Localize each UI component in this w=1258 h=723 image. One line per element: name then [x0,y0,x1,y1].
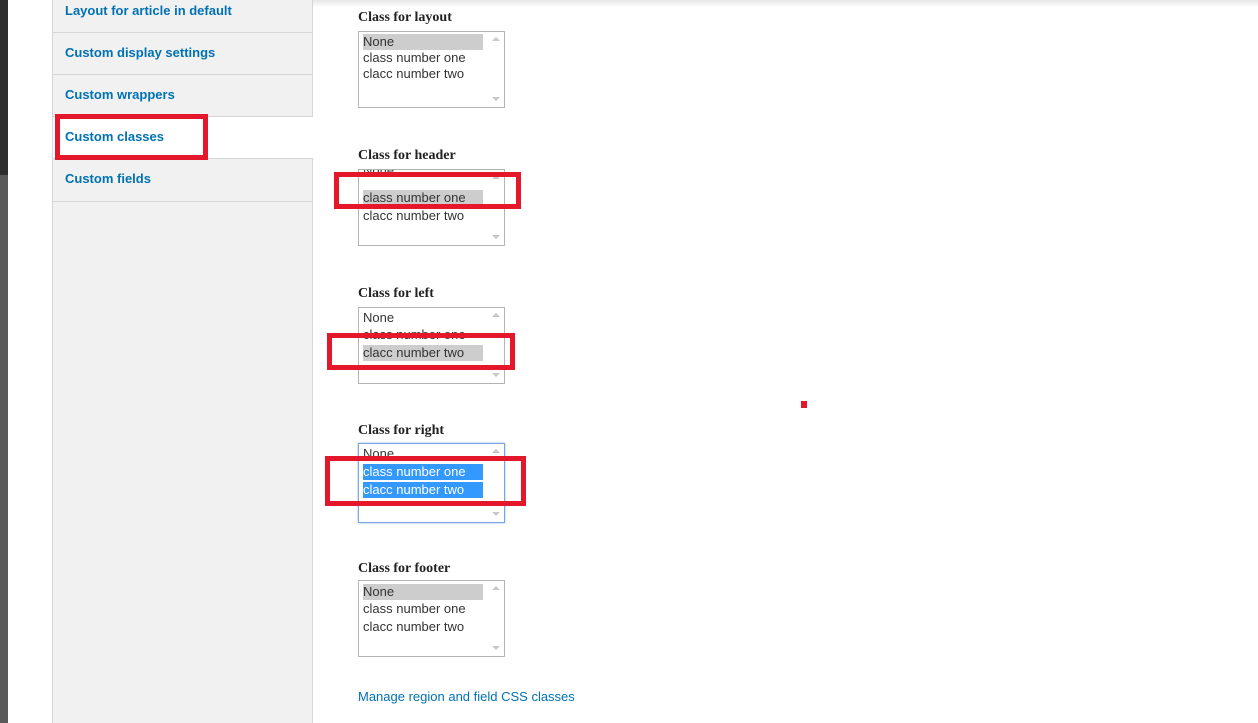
tab-layout-for-article[interactable]: Layout for article in default [53,0,313,33]
field-class-for-layout: Class for layout None class number one c… [358,9,505,108]
tab-custom-wrappers[interactable]: Custom wrappers [53,75,313,117]
field-label: Class for layout [358,10,452,25]
annotation-box [325,456,526,506]
tab-custom-display-settings[interactable]: Custom display settings [53,33,313,75]
scroll-up-arrow-icon[interactable] [492,586,500,590]
tab-label: Layout for article in default [65,3,232,18]
field-label: Class for left [358,286,434,301]
select-option[interactable]: None [363,34,483,50]
scroll-down-arrow-icon[interactable] [492,646,500,650]
select-option[interactable]: class number one [363,50,483,66]
top-shadow [312,0,1258,7]
scroll-down-arrow-icon[interactable] [492,373,500,377]
tab-label: Custom wrappers [65,87,175,102]
field-class-for-left: Class for left None class number one cla… [358,285,505,384]
manage-css-classes-link[interactable]: Manage region and field CSS classes [358,689,575,704]
tab-label: Custom fields [65,171,151,186]
field-class-for-right: Class for right None class number one cl… [358,422,505,523]
vertical-tabs-menu: Layout for article in default Custom dis… [52,0,314,723]
select-option[interactable]: clacc number two [363,619,483,635]
scroll-up-arrow-icon[interactable] [492,313,500,317]
scroll-up-arrow-icon[interactable] [492,449,500,453]
scroll-down-arrow-icon[interactable] [492,97,500,101]
footer-class-select[interactable]: None class number one clacc number two [358,580,505,657]
select-option[interactable]: clacc number two [363,208,483,224]
field-label: Class for footer [358,561,451,576]
layout-class-select[interactable]: None class number one clacc number two [358,31,505,108]
annotation-box [334,172,521,209]
field-label: Class for right [358,423,445,438]
select-option[interactable]: None [363,310,483,326]
tab-custom-fields[interactable]: Custom fields [53,159,313,202]
field-class-for-footer: Class for footer None class number one c… [358,560,505,657]
select-option[interactable]: None [363,584,483,600]
scroll-down-arrow-icon[interactable] [492,512,500,516]
annotation-dot [801,401,807,408]
field-class-for-header: Class for header None class number one c… [358,147,505,246]
annotation-box [55,114,208,160]
select-option[interactable]: class number one [363,601,483,617]
select-option[interactable]: clacc number two [363,66,483,82]
window-edge [0,0,8,723]
annotation-box [327,333,515,370]
tab-label: Custom display settings [65,45,216,60]
scroll-up-arrow-icon[interactable] [492,37,500,41]
scroll-down-arrow-icon[interactable] [492,235,500,239]
field-label: Class for header [358,148,456,163]
